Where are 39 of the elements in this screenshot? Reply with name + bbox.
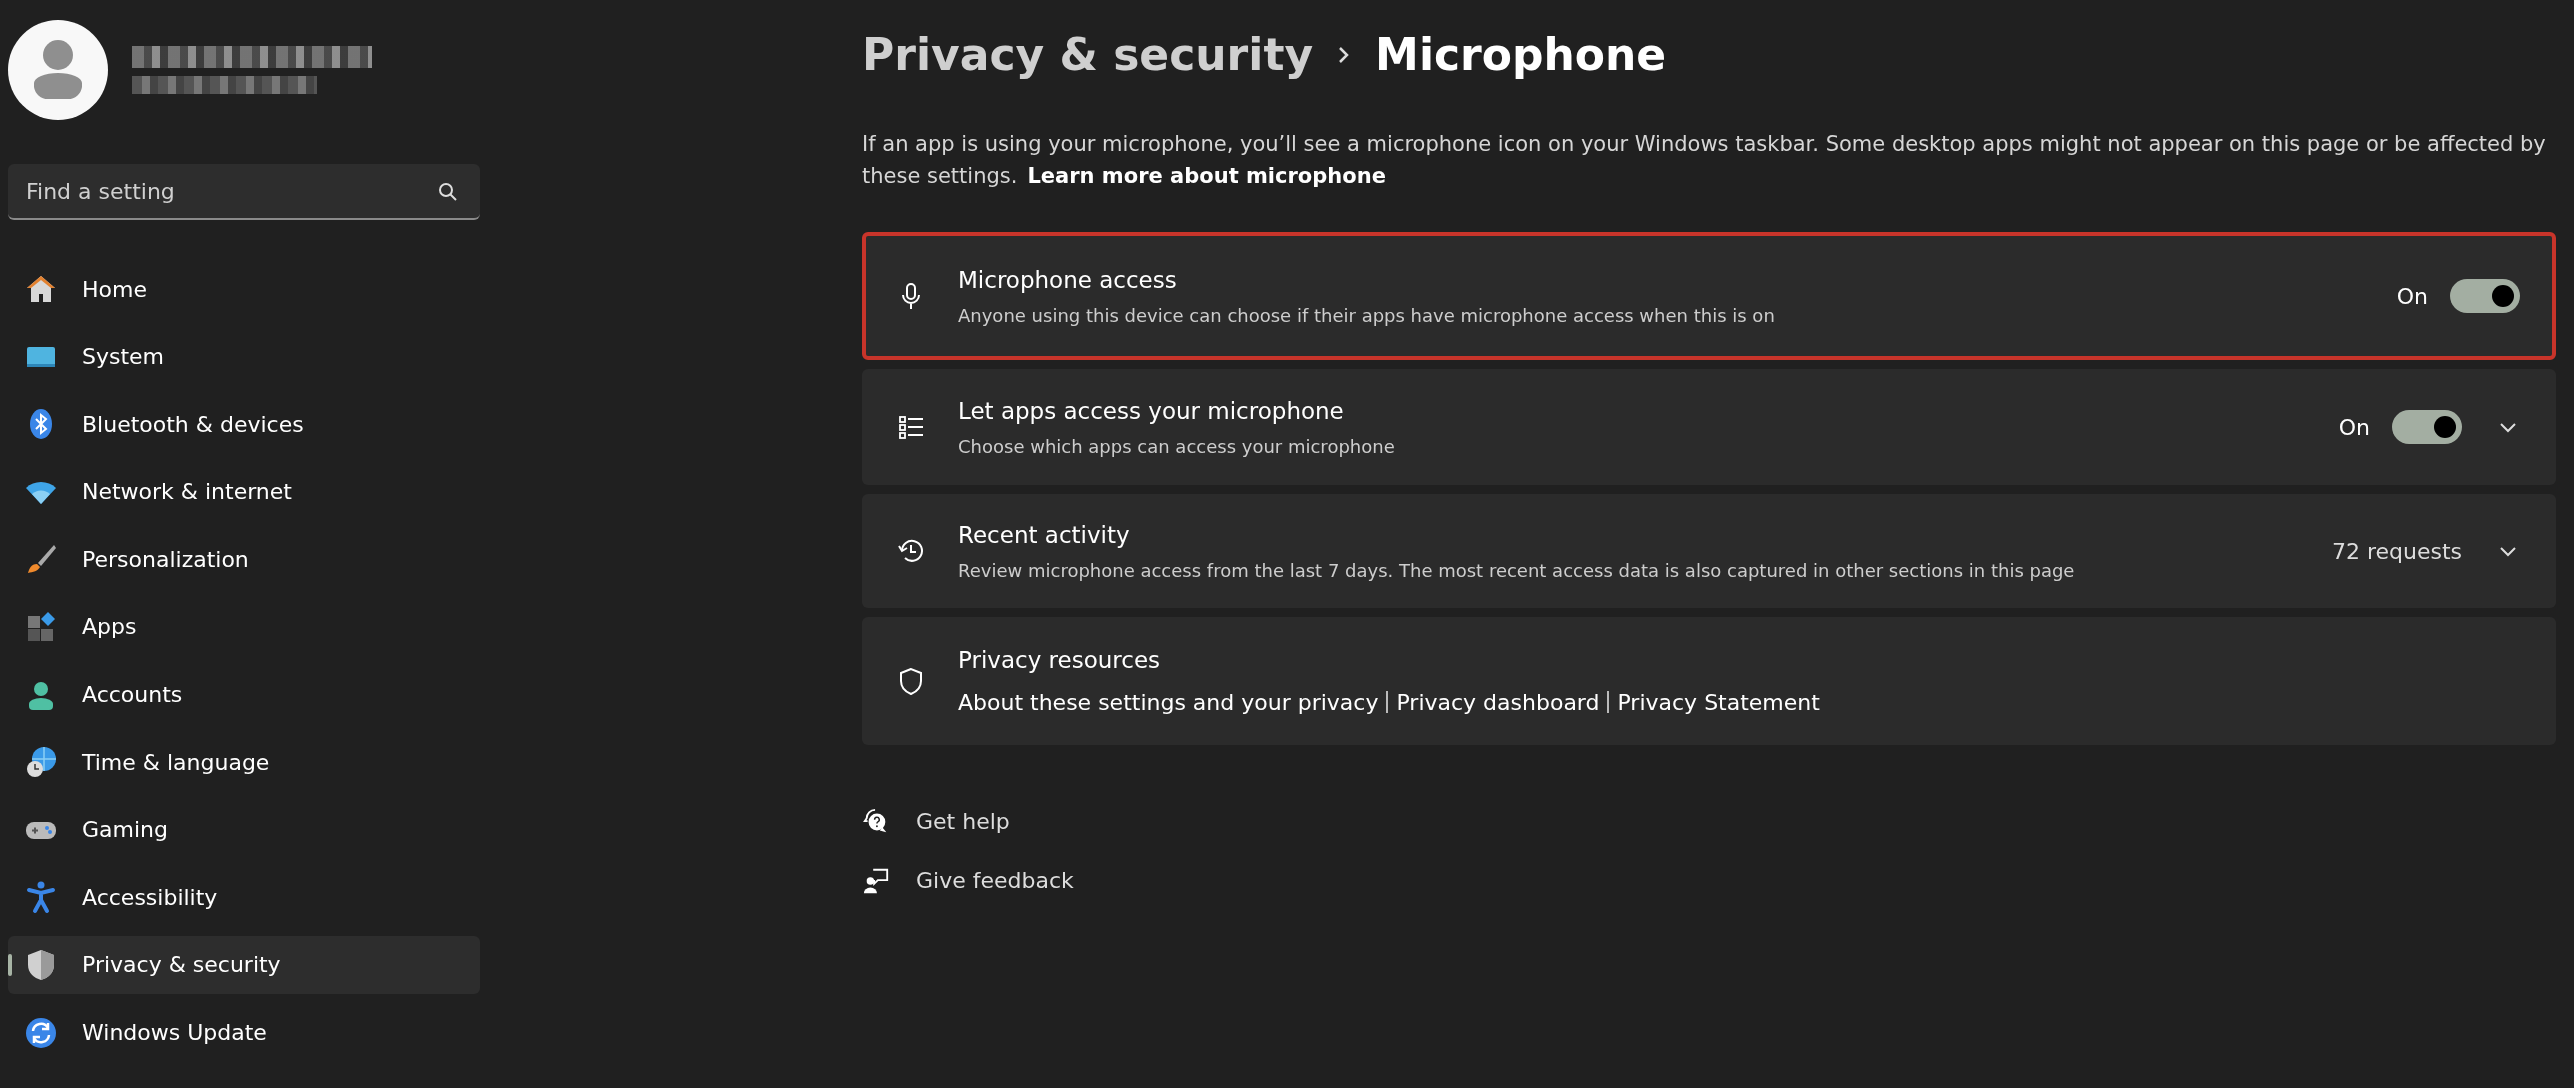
- search-field[interactable]: Find a setting: [8, 164, 480, 220]
- accessibility-icon: [24, 880, 58, 915]
- request-count: 72 requests: [2331, 537, 2462, 566]
- sidebar-item[interactable]: Privacy & security: [8, 935, 480, 994]
- sidebar-item[interactable]: Accounts: [8, 665, 480, 724]
- setting-description: Anyone using this device can choose if their apps have microphone access when this is on: [958, 303, 1776, 328]
- sidebar-item[interactable]: Network & internet: [8, 462, 480, 521]
- setting-title: Microphone access: [958, 266, 1178, 296]
- refresh-icon: [24, 1015, 58, 1050]
- privacy-link[interactable]: Privacy Statement: [1617, 685, 1820, 719]
- privacy-link[interactable]: About these settings and your privacy: [958, 685, 1379, 719]
- globe-clock-icon: [24, 745, 58, 780]
- toggle-state-label: On: [2396, 282, 2428, 311]
- search-icon: [438, 182, 458, 202]
- page-title: Microphone: [1375, 28, 1667, 82]
- toggle-switch[interactable]: [2450, 279, 2520, 313]
- setting-title: Let apps access your microphone: [958, 397, 1345, 427]
- sidebar-item[interactable]: Apps: [8, 597, 480, 656]
- sidebar-item[interactable]: Bluetooth & devices: [8, 395, 480, 454]
- sidebar-item[interactable]: Windows Update: [8, 1003, 480, 1062]
- description-text: If an app is using your microphone, you’ll see a microphone icon on your Windows taskbar. Some desktop apps might not appear on this page or be affected by these settings. Learn more about microphone: [862, 131, 2547, 190]
- help-link[interactable]: Get help: [862, 805, 2556, 838]
- sidebar-item[interactable]: System: [8, 327, 480, 386]
- learn-more-link[interactable]: Learn more about microphone: [1027, 164, 1386, 188]
- setting-title: Recent activity: [958, 521, 1131, 551]
- setting-description: Choose which apps can access your microphone: [958, 434, 1396, 459]
- setting-description: Review microphone access from the last 7 days. The most recent access data is also captured in other sections in this page: [958, 558, 2076, 583]
- sidebar-item[interactable]: Accessibility: [8, 868, 480, 927]
- setting-title: Privacy resources: [958, 646, 1162, 676]
- help-link[interactable]: Give feedback: [862, 864, 2556, 897]
- sidebar-item[interactable]: Gaming: [8, 800, 480, 859]
- toggle-switch[interactable]: [2392, 410, 2462, 444]
- sidebar-item[interactable]: Time & language: [8, 733, 480, 792]
- sidebar-item[interactable]: Home: [8, 260, 480, 318]
- toggle-state-label: On: [2338, 413, 2370, 442]
- sidebar-item[interactable]: Personalization: [8, 530, 480, 589]
- privacy-link[interactable]: Privacy dashboard: [1396, 685, 1600, 719]
- feedback-icon: [862, 866, 890, 895]
- breadcrumb-parent[interactable]: Privacy & security: [862, 22, 1314, 88]
